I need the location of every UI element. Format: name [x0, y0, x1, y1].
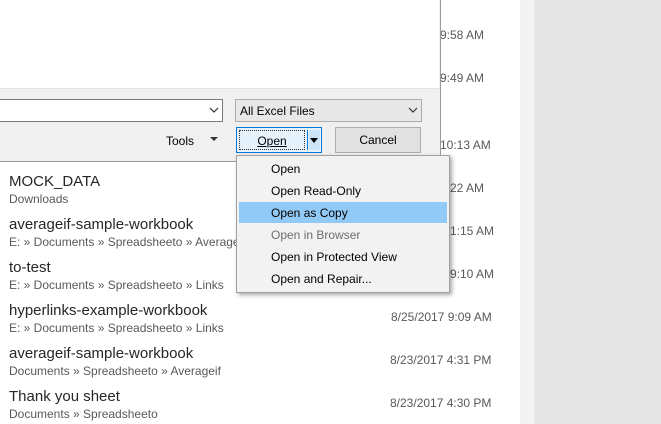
open-button[interactable]: Open: [239, 130, 305, 150]
file-name: averageif-sample-workbook: [9, 216, 194, 233]
recent-file-item[interactable]: averageif-sample-workbook Documents » Sp…: [9, 345, 509, 385]
file-path: Documents » Spreadsheeto » Averageif: [9, 364, 221, 378]
file-name: averageif-sample-workbook: [9, 345, 194, 362]
recent-file-item[interactable]: Thank you sheet Documents » Spreadsheeto…: [9, 388, 509, 424]
file-path: E: » Documents » Spreadsheeto » Links: [9, 278, 224, 292]
menu-item-label: Open Read-Only: [271, 184, 362, 198]
caret-down-icon: [310, 138, 318, 143]
file-date: 22 AM: [450, 181, 485, 195]
file-name-input[interactable]: [0, 99, 223, 122]
partial-time: 10:13 AM: [440, 138, 491, 152]
menu-item-open-read-only[interactable]: Open Read-Only: [239, 180, 447, 201]
file-date: 8/25/2017 9:09 AM: [391, 310, 492, 324]
chevron-down-icon[interactable]: [209, 106, 219, 114]
file-path: E: » Documents » Spreadsheeto » Averagei…: [9, 235, 246, 249]
menu-item-label: Open: [271, 162, 301, 176]
file-type-select[interactable]: All Excel Files: [235, 99, 422, 122]
cancel-button[interactable]: Cancel: [335, 127, 421, 153]
file-date: 9:10 AM: [450, 267, 495, 281]
menu-item-open-in-browser: Open in Browser: [239, 224, 447, 245]
file-path: E: » Documents » Spreadsheeto » Links: [9, 321, 224, 335]
menu-item-open-as-copy[interactable]: Open as Copy: [239, 202, 447, 223]
chevron-down-icon[interactable]: [408, 106, 418, 114]
menu-item-open-in-protected-view[interactable]: Open in Protected View: [239, 246, 447, 267]
tools-dropdown-icon[interactable]: [210, 137, 218, 141]
file-date: 8/23/2017 4:30 PM: [390, 396, 492, 410]
open-options-menu: Open Open Read-Only Open as Copy Open in…: [236, 155, 450, 293]
file-name: to-test: [9, 259, 51, 276]
partial-time: 9:49 AM: [440, 71, 485, 85]
file-path: Downloads: [9, 192, 69, 206]
menu-item-label: Open in Browser: [271, 228, 361, 242]
file-list-pane[interactable]: [0, 0, 439, 89]
recent-file-item[interactable]: hyperlinks-example-workbook E: » Documen…: [9, 302, 509, 342]
file-name: MOCK_DATA: [9, 173, 101, 190]
open-file-dialog: All Excel Files Tools Open Cancel: [0, 0, 441, 162]
side-panel-background: [534, 0, 661, 424]
partial-time: 9:58 AM: [440, 28, 485, 42]
scrollbar-track[interactable]: [520, 0, 534, 424]
menu-item-label: Open as Copy: [271, 206, 348, 220]
file-date: 1:15 AM: [450, 224, 495, 238]
menu-item-label: Open and Repair...: [271, 272, 372, 286]
file-name: hyperlinks-example-workbook: [9, 302, 208, 319]
open-options-dropdown[interactable]: [309, 130, 320, 150]
file-name: Thank you sheet: [9, 388, 120, 405]
open-split-button[interactable]: Open: [236, 127, 322, 153]
open-button-label: Open: [257, 134, 287, 148]
cancel-button-label: Cancel: [359, 133, 397, 147]
menu-item-open[interactable]: Open: [239, 158, 447, 179]
menu-item-label: Open in Protected View: [271, 250, 397, 264]
file-path: Documents » Spreadsheeto: [9, 407, 158, 421]
split-divider: [307, 130, 308, 150]
file-date: 8/23/2017 4:31 PM: [390, 353, 492, 367]
tools-menu-button[interactable]: Tools: [166, 134, 194, 148]
file-type-value: All Excel Files: [240, 104, 315, 118]
menu-item-open-and-repair[interactable]: Open and Repair...: [239, 268, 447, 289]
